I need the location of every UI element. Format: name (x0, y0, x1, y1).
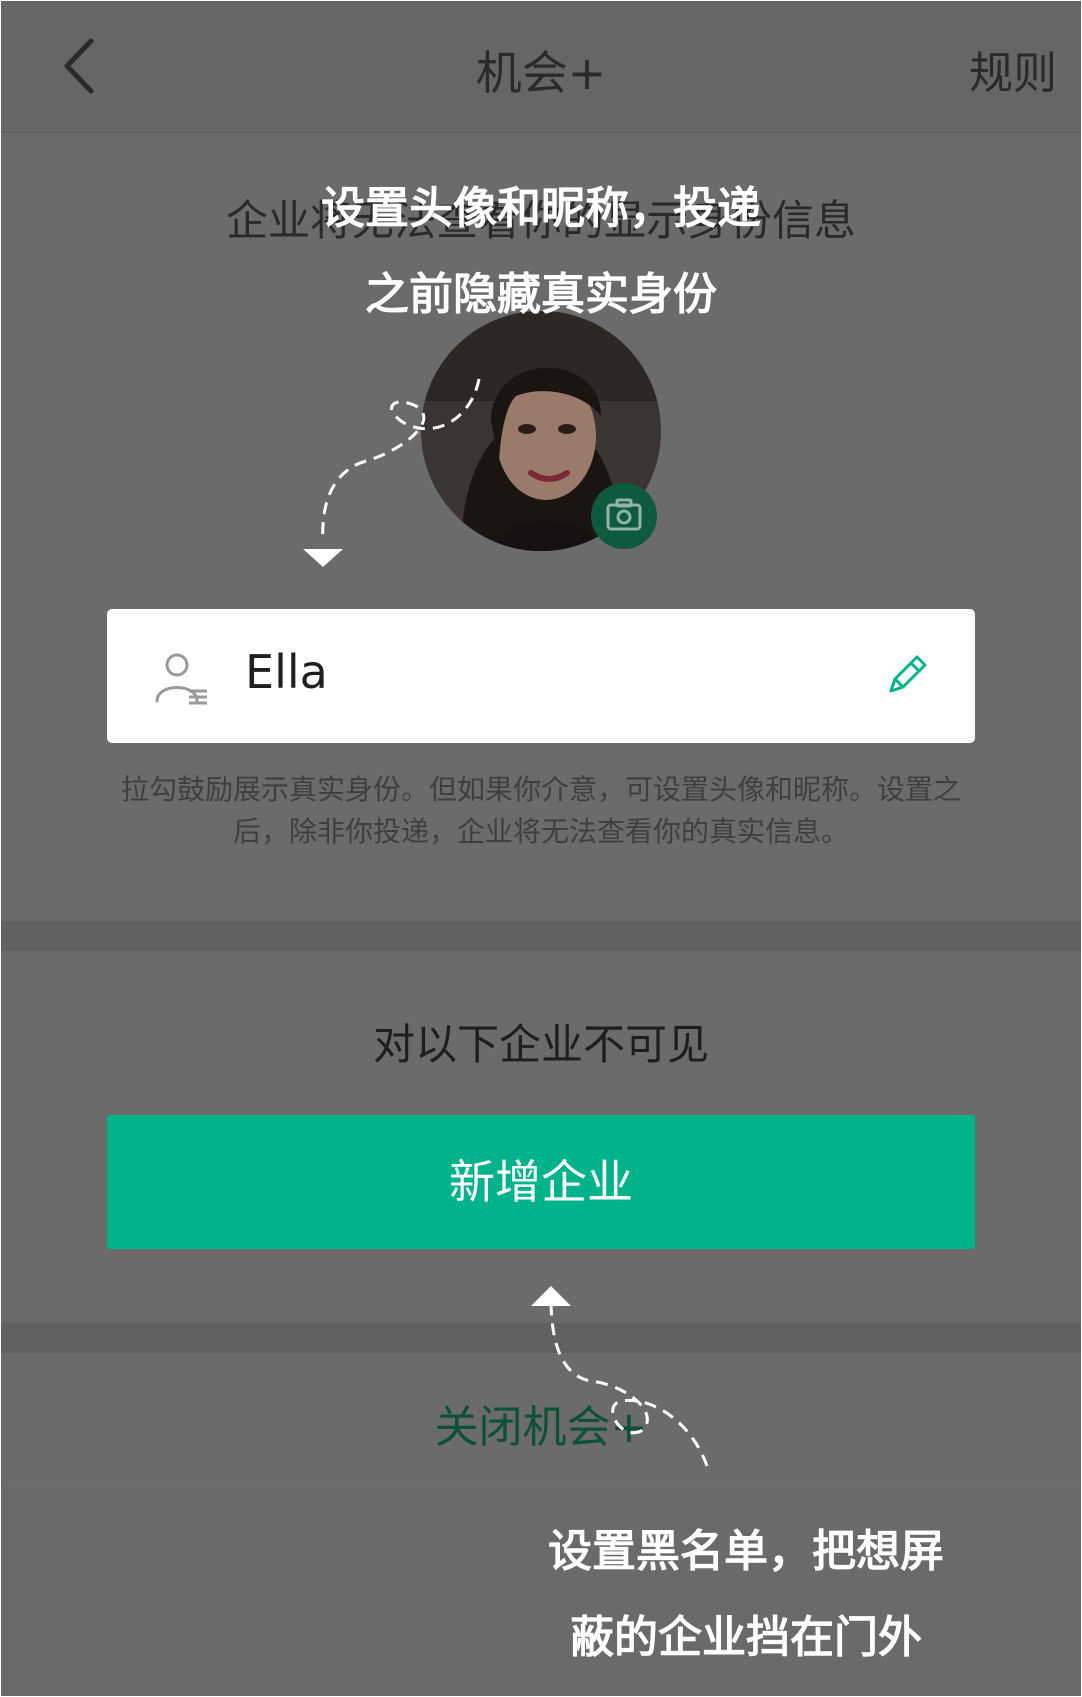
guide-avatar-line2: 之前隐藏真实身份 (365, 269, 717, 320)
section-divider (1, 1323, 1081, 1353)
nickname-field[interactable]: Ella (107, 609, 975, 743)
privacy-hint: 拉勾鼓励展示真实身份。但如果你介意，可设置头像和昵称。设置之后，除非你投递，企业… (120, 773, 961, 848)
page-title: 机会+ (475, 46, 607, 100)
camera-icon (606, 498, 642, 531)
guide-blocklist-line2: 蔽的企业挡在门外 (570, 1612, 922, 1663)
blocklist-title: 对以下企业不可见 (372, 1020, 709, 1069)
change-avatar-button[interactable] (591, 483, 657, 549)
guide-arrowhead-bottom (531, 1286, 571, 1306)
guide-avatar-line1: 设置头像和昵称，投递 (321, 183, 761, 234)
guide-arrowhead-top (303, 549, 343, 567)
navbar: 机会+ 规则 (1, 1, 1081, 133)
user-card-icon (155, 653, 207, 705)
screen: 机会+ 规则 企业将无法查看你的显示身份信息 Ella 拉勾鼓励展示真实身份。但… (1, 1, 1081, 1696)
close-opportunity-button[interactable]: 关闭机会+ (1, 1391, 1081, 1455)
guide-blocklist-tip: 设置黑名单，把想屏 蔽的企业挡在门外 (501, 1509, 991, 1681)
section-divider (1, 921, 1081, 951)
add-company-button[interactable]: 新增企业 (107, 1115, 975, 1249)
pencil-icon[interactable] (883, 651, 931, 699)
guide-blocklist-line1: 设置黑名单，把想屏 (548, 1526, 944, 1577)
guide-avatar-tip: 设置头像和昵称，投递 之前隐藏真实身份 (241, 166, 841, 338)
rules-link[interactable]: 规则 (969, 37, 1057, 101)
nickname-value: Ella (245, 645, 328, 699)
